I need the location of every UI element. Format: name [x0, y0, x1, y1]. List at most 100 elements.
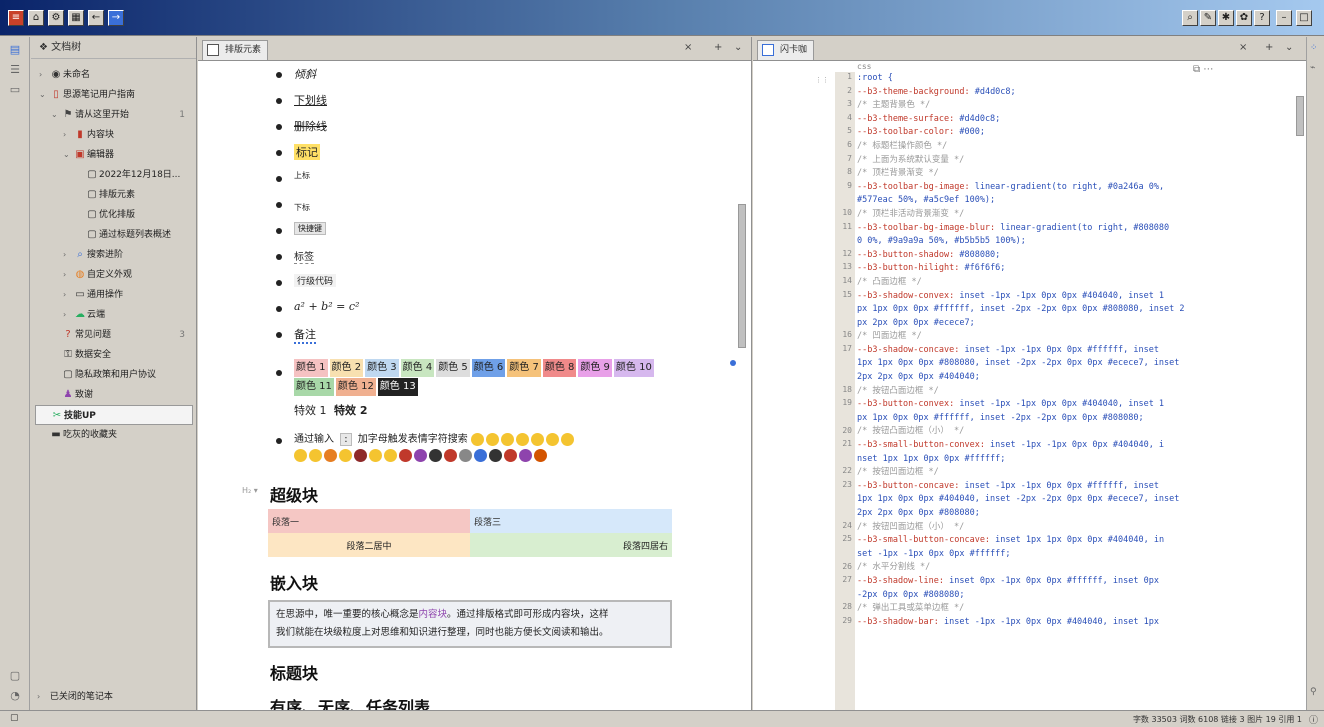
embed-link[interactable]: 内容块 [419, 609, 448, 620]
tree-item[interactable]: ▢ 优化排版 [35, 205, 193, 225]
tree-item[interactable]: ▢ 2022年12月18日... [35, 165, 193, 185]
tree-item[interactable]: › ▮ 内容块 [35, 125, 193, 145]
help-icon[interactable]: ? [1254, 10, 1270, 26]
editor2-scroll-thumb[interactable] [1296, 96, 1304, 136]
search-icon[interactable]: ⌕ [1182, 10, 1198, 26]
chevron-right-icon[interactable]: › [63, 265, 73, 285]
super-cell-3[interactable]: 段落三 [470, 509, 672, 533]
list-item-text[interactable]: 备注 [294, 326, 316, 344]
list-item-text[interactable]: 行级代码 [294, 274, 337, 287]
chevron-right-icon[interactable]: › [63, 305, 73, 325]
outline-dock-icon[interactable]: ☰ [8, 63, 22, 77]
list-item-text[interactable]: 上标 [294, 170, 310, 181]
edit-icon[interactable]: ✎ [1200, 10, 1216, 26]
super-cell-4[interactable]: 段落四居右 [470, 533, 672, 557]
calendar-icon[interactable]: ▦ [68, 10, 84, 26]
list-item-text[interactable]: 快捷键 [294, 222, 326, 235]
list-item-text[interactable]: 标记 [294, 144, 320, 160]
chevron-right-icon[interactable]: › [63, 245, 73, 265]
code-block[interactable]: ⋮⋮ css ⧉ ⋯ :root { --b3-theme-background… [753, 62, 1306, 710]
list-item-text[interactable]: a² + b² = c² [294, 300, 359, 313]
tree-item[interactable]: › ☁ 云端 [35, 305, 193, 325]
chevron-right-icon[interactable]: › [63, 125, 73, 145]
home-icon[interactable]: ⌂ [28, 10, 44, 26]
list-item-text[interactable]: 下划线 [294, 92, 327, 108]
emoji-prefix: 通过输入 [294, 434, 334, 445]
graph-dock-icon[interactable]: ◔ [8, 689, 22, 703]
code-line: px 1px 0px 0px #ffffff, inset -2px -2px … [857, 304, 1185, 315]
help-circle-icon[interactable]: ⓘ [1309, 713, 1318, 726]
tree-item[interactable]: ▬ 吃灰的收藏夹 [35, 425, 193, 445]
editor-icon: ▣ [75, 149, 85, 160]
menu-icon[interactable]: ≡ [8, 10, 24, 26]
list-item-text[interactable]: 下标 [294, 202, 310, 213]
tree-item[interactable]: ▢ 隐私政策和用户协议 [35, 365, 193, 385]
editor2-scrollbar[interactable] [1296, 62, 1304, 710]
forward-icon[interactable]: → [108, 10, 124, 26]
editor1-scrollbar[interactable] [738, 62, 746, 710]
bookmark-icon[interactable]: ✿ [1236, 10, 1252, 26]
tab-css[interactable]: 闪卡咖 [757, 40, 815, 60]
backlink-icon[interactable]: ⌁ [1310, 63, 1315, 73]
code-line: --b3-small-button-convex: inset -1px -1p… [857, 439, 1297, 453]
tree-item-label: 编辑器 [87, 150, 115, 160]
tree-item[interactable]: ? 常见问题 3 [35, 325, 193, 345]
closed-notebooks[interactable]: › 已关闭的笔记本 [37, 687, 191, 707]
tab-menu-icon[interactable]: ⌄ [734, 42, 742, 53]
minimize-icon[interactable]: – [1276, 10, 1292, 26]
super-cell-2[interactable]: 段落二居中 [268, 533, 470, 557]
add-tab-icon[interactable]: + [1265, 42, 1273, 53]
block-gutter-icon[interactable]: ⋮⋮ [815, 76, 829, 84]
tree-item[interactable]: ⌄ ⚑ 请从这里开始 1 [35, 105, 193, 125]
tree-item[interactable]: ▢ 通过标题列表概述 [35, 225, 193, 245]
tree-item[interactable]: ⌄ ▣ 编辑器 [35, 145, 193, 165]
list-item-text[interactable]: 标签 [294, 248, 314, 264]
add-tab-icon[interactable]: + [714, 42, 722, 53]
tree-item[interactable]: › ◍ 自定义外观 [35, 265, 193, 285]
chevron-down-icon[interactable]: ⌄ [39, 85, 49, 105]
maximize-icon[interactable]: □ [1296, 10, 1312, 26]
embed-block[interactable]: 在思源中，唯一重要的核心概念是内容块。通过排版格式即可形成内容块，这样 我们就能… [268, 600, 672, 648]
close-tab-icon[interactable]: × [684, 42, 692, 53]
emoji-icon [504, 448, 517, 462]
outline-icon[interactable]: ⁘ [1310, 43, 1318, 53]
graph-icon[interactable]: ⚲ [1310, 687, 1317, 697]
tree-item[interactable]: ⚿ 数据安全 [35, 345, 193, 365]
tree-item-label: 优化排版 [99, 210, 136, 220]
line-number: 12 [842, 248, 852, 258]
sync-icon[interactable]: ✱ [1218, 10, 1234, 26]
editor1-scroll-thumb[interactable] [738, 204, 746, 348]
tab-typography[interactable]: 排版元素 [202, 40, 269, 60]
super-block-table: 段落一 段落三 段落二居中 段落四居右 [268, 509, 672, 557]
list-bullet [276, 370, 282, 376]
tree-item[interactable]: › ◉ 未命名 [35, 65, 193, 85]
code-line: /* 顶栏背景渐变 */ [857, 168, 939, 179]
document-body[interactable]: 倾斜 下划线 删除线 标记 上标 下标 快捷键 标签 行级代码 a² + b² = c² 备注 颜色… [198, 62, 752, 710]
code-line: 0 0%, #9a9a9a 50%, #b5b5b5 100%); [857, 236, 1026, 247]
tree-item[interactable]: ✂ 技能UP [35, 405, 193, 425]
chevron-right-icon[interactable]: › [39, 65, 49, 85]
list-item-text[interactable]: 删除线 [294, 118, 327, 134]
list-item-text[interactable]: 倾斜 [294, 66, 316, 82]
settings-icon[interactable]: ⚙ [48, 10, 64, 26]
dock-toggle-icon[interactable]: ▢ [10, 713, 19, 723]
dock-toggle-icon[interactable]: ▢ [8, 669, 22, 683]
list-bullet [276, 280, 282, 286]
code-language-label[interactable]: css [857, 62, 871, 71]
chevron-right-icon[interactable]: › [63, 285, 73, 305]
line-number: 2 [847, 85, 852, 95]
tree-item[interactable]: ⌄ ▯ 思源笔记用户指南 [35, 85, 193, 105]
back-icon[interactable]: ← [88, 10, 104, 26]
heading-gutter-icon[interactable]: H₂ ▾ [242, 486, 258, 495]
chevron-down-icon[interactable]: ⌄ [63, 145, 73, 165]
chevron-down-icon[interactable]: ⌄ [51, 105, 61, 125]
tab-menu-icon[interactable]: ⌄ [1285, 42, 1293, 53]
filetree-dock-icon[interactable]: ▤ [8, 43, 22, 57]
tree-item[interactable]: › ⌕ 搜索进阶 [35, 245, 193, 265]
close-tab-icon[interactable]: × [1239, 42, 1247, 53]
tree-item[interactable]: ♟ 致谢 [35, 385, 193, 405]
tree-item[interactable]: ▢ 排版元素 [35, 185, 193, 205]
bookmark-dock-icon[interactable]: ▭ [8, 83, 22, 97]
tree-item[interactable]: › ▭ 通用操作 [35, 285, 193, 305]
super-cell-1[interactable]: 段落一 [268, 509, 470, 533]
